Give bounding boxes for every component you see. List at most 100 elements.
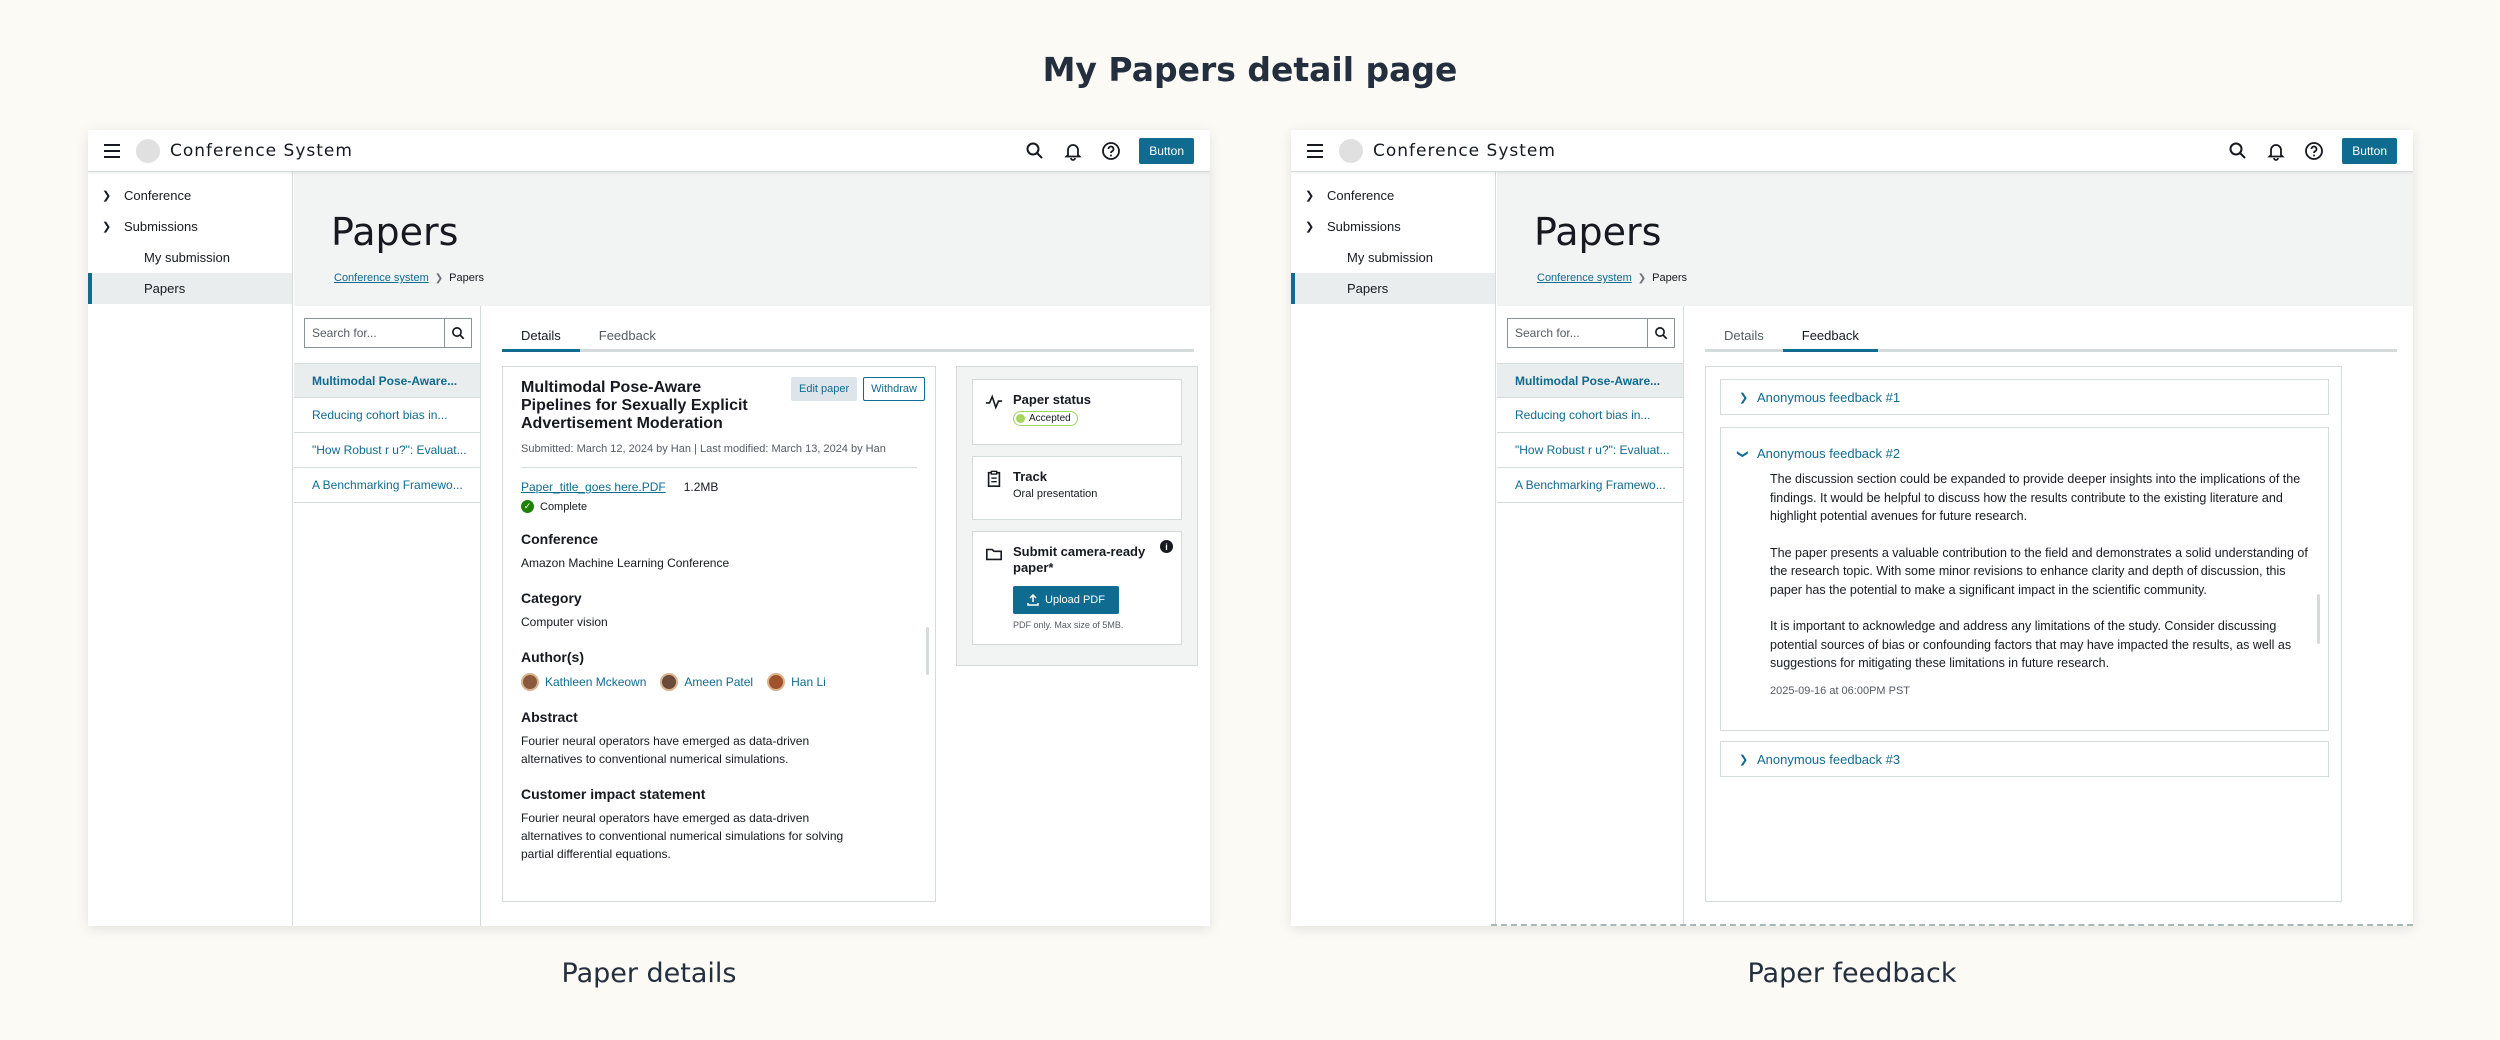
breadcrumb-link[interactable]: Conference system [1537, 272, 1632, 284]
heading: Papers [1534, 210, 1662, 254]
sidebar-item-submissions[interactable]: ❯ Submissions [1291, 211, 1495, 242]
list-item[interactable]: Multimodal Pose-Aware... [1497, 363, 1683, 398]
header-button[interactable]: Button [1139, 137, 1194, 164]
sidebar-item-my-submission[interactable]: My submission [88, 242, 292, 273]
brand-name: Conference System [1373, 140, 1556, 161]
sidebar-item-papers[interactable]: Papers [88, 273, 292, 304]
menu-icon[interactable] [1307, 143, 1323, 158]
list-item[interactable]: Multimodal Pose-Aware... [294, 363, 480, 398]
chevron-down-icon: ❯ [1305, 221, 1315, 233]
breadcrumb-current: Papers [449, 272, 485, 284]
breadcrumb-current: Papers [1652, 272, 1688, 284]
feedback-panel: ❯ Anonymous feedback #1 ❯ Anonymous feedba… [1705, 366, 2342, 902]
feedback-item-expanded: ❯ Anonymous feedback #2 The discussion se… [1720, 427, 2329, 731]
feedback-timestamp: 2025-09-16 at 06:00PM PST [1770, 684, 1911, 697]
chevron-right-icon: ❯ [1739, 753, 1749, 766]
tab-details[interactable]: Details [502, 322, 580, 352]
logo [136, 138, 160, 163]
search-button[interactable] [1647, 318, 1675, 348]
breadcrumb: Conference system ❯ Papers [1537, 272, 1687, 284]
sidebar: ❯ Conference ❯ Submissions My submission P… [88, 172, 293, 926]
search-button[interactable] [444, 318, 472, 348]
paper-list: Multimodal Pose-Aware... Reducing cohort… [294, 363, 480, 503]
page-title: My Papers detail page [1042, 50, 1458, 89]
feedback-toggle[interactable]: ❯ Anonymous feedback #1 [1721, 380, 2328, 414]
withdraw-button[interactable]: Withdraw [863, 377, 925, 401]
paper-title: Multimodal Pose-Aware Pipelines for Sexu… [521, 379, 748, 432]
info-icon[interactable]: i [1160, 540, 1173, 553]
scrollbar[interactable] [2317, 594, 2320, 644]
author-link[interactable]: Ameen Patel [660, 673, 753, 691]
activity-icon [985, 394, 1003, 410]
tab-feedback[interactable]: Feedback [1782, 322, 1878, 352]
status-dot [1016, 414, 1025, 423]
scrollbar[interactable] [926, 627, 929, 675]
brand-name: Conference System [170, 140, 353, 161]
track-card: Track Oral presentation [972, 456, 1182, 520]
search-input[interactable]: Search for... [1507, 318, 1647, 348]
breadcrumb-link[interactable]: Conference system [334, 272, 429, 284]
edit-paper-button[interactable]: Edit paper [791, 377, 858, 401]
divider [521, 467, 917, 468]
list-item[interactable]: A Benchmarking Framewo... [294, 468, 480, 503]
help-icon[interactable] [1101, 141, 1121, 161]
submit-heading: Submit camera-ready paper* [1013, 544, 1146, 575]
upload-hint: PDF only. Max size of 5MB. [1013, 620, 1124, 630]
submit-card: i Submit camera-ready paper* Upload PDF … [972, 531, 1182, 645]
menu-icon[interactable] [104, 143, 120, 158]
search-input[interactable]: Search for... [304, 318, 444, 348]
sidebar-item-submissions[interactable]: ❯ Submissions [88, 211, 292, 242]
list-item[interactable]: Reducing cohort bias in... [294, 398, 480, 433]
avatar [767, 673, 786, 691]
file-size: 1.2MB [683, 480, 719, 494]
author-link[interactable]: Kathleen Mckeown [521, 673, 646, 691]
feedback-item: ❯ Anonymous feedback #3 [1720, 741, 2329, 777]
sidebar-item-papers[interactable]: Papers [1291, 273, 1495, 304]
abstract-heading: Abstract [521, 709, 578, 725]
help-icon[interactable] [2304, 141, 2324, 161]
search-icon[interactable] [2228, 141, 2248, 161]
header-button[interactable]: Button [2342, 137, 2397, 164]
check-circle-icon: ✓ [521, 500, 534, 513]
folder-icon [985, 548, 1003, 561]
list-item[interactable]: "How Robust r u?": Evaluat... [294, 433, 480, 468]
chevron-right-icon: ❯ [434, 272, 444, 284]
sidebar-item-my-submission[interactable]: My submission [1291, 242, 1495, 273]
chevron-down-icon: ❯ [102, 221, 112, 233]
authors-heading: Author(s) [521, 649, 584, 665]
divider [1491, 924, 2413, 926]
breadcrumb: Conference system ❯ Papers [334, 272, 484, 284]
upload-pdf-button[interactable]: Upload PDF [1013, 586, 1119, 614]
authors-list: Kathleen Mckeown Ameen Patel Han Li [521, 673, 917, 691]
search-icon[interactable] [1025, 141, 1045, 161]
content-area: Details Feedback ❯ Anonymous feedback #1 … [1685, 306, 2413, 926]
caption-right: Paper feedback [1747, 958, 1957, 989]
paper-details-frame: Conference System Button ❯ Conference ❯ Su… [88, 130, 1210, 926]
sidebar-item-conference[interactable]: ❯ Conference [88, 180, 292, 211]
feedback-toggle[interactable]: ❯ Anonymous feedback #3 [1721, 742, 2328, 776]
status-column: Paper status Accepted Track Oral present… [956, 366, 1198, 666]
caption-left: Paper details [561, 958, 737, 989]
tab-details[interactable]: Details [1705, 322, 1783, 349]
paper-file-link[interactable]: Paper_title_goes here.PDF [521, 480, 666, 494]
tab-feedback[interactable]: Feedback [580, 322, 675, 349]
feedback-item: ❯ Anonymous feedback #1 [1720, 379, 2329, 415]
content-area: Details Feedback Multimodal Pose-Aware P… [482, 306, 1210, 926]
feedback-toggle[interactable]: ❯ Anonymous feedback #2 [1721, 428, 2328, 470]
list-item[interactable]: Reducing cohort bias in... [1497, 398, 1683, 433]
list-item[interactable]: "How Robust r u?": Evaluat... [1497, 433, 1683, 468]
author-link[interactable]: Han Li [767, 673, 826, 691]
submission-meta: Submitted: March 12, 2024 by Han | Last … [521, 443, 886, 455]
top-nav: Conference System Button [88, 130, 1210, 172]
bell-icon[interactable] [1063, 141, 1083, 161]
search-icon [1654, 326, 1667, 339]
bell-icon[interactable] [2266, 141, 2286, 161]
chevron-right-icon: ❯ [1637, 272, 1647, 284]
tab-bar: Details Feedback [502, 322, 1194, 352]
impact-heading: Customer impact statement [521, 786, 706, 802]
feedback-body: The discussion section could be expanded… [1721, 470, 2328, 709]
list-item[interactable]: A Benchmarking Framewo... [1497, 468, 1683, 503]
sidebar-item-conference[interactable]: ❯ Conference [1291, 180, 1495, 211]
avatar [521, 673, 539, 691]
conference-heading: Conference [521, 531, 599, 547]
